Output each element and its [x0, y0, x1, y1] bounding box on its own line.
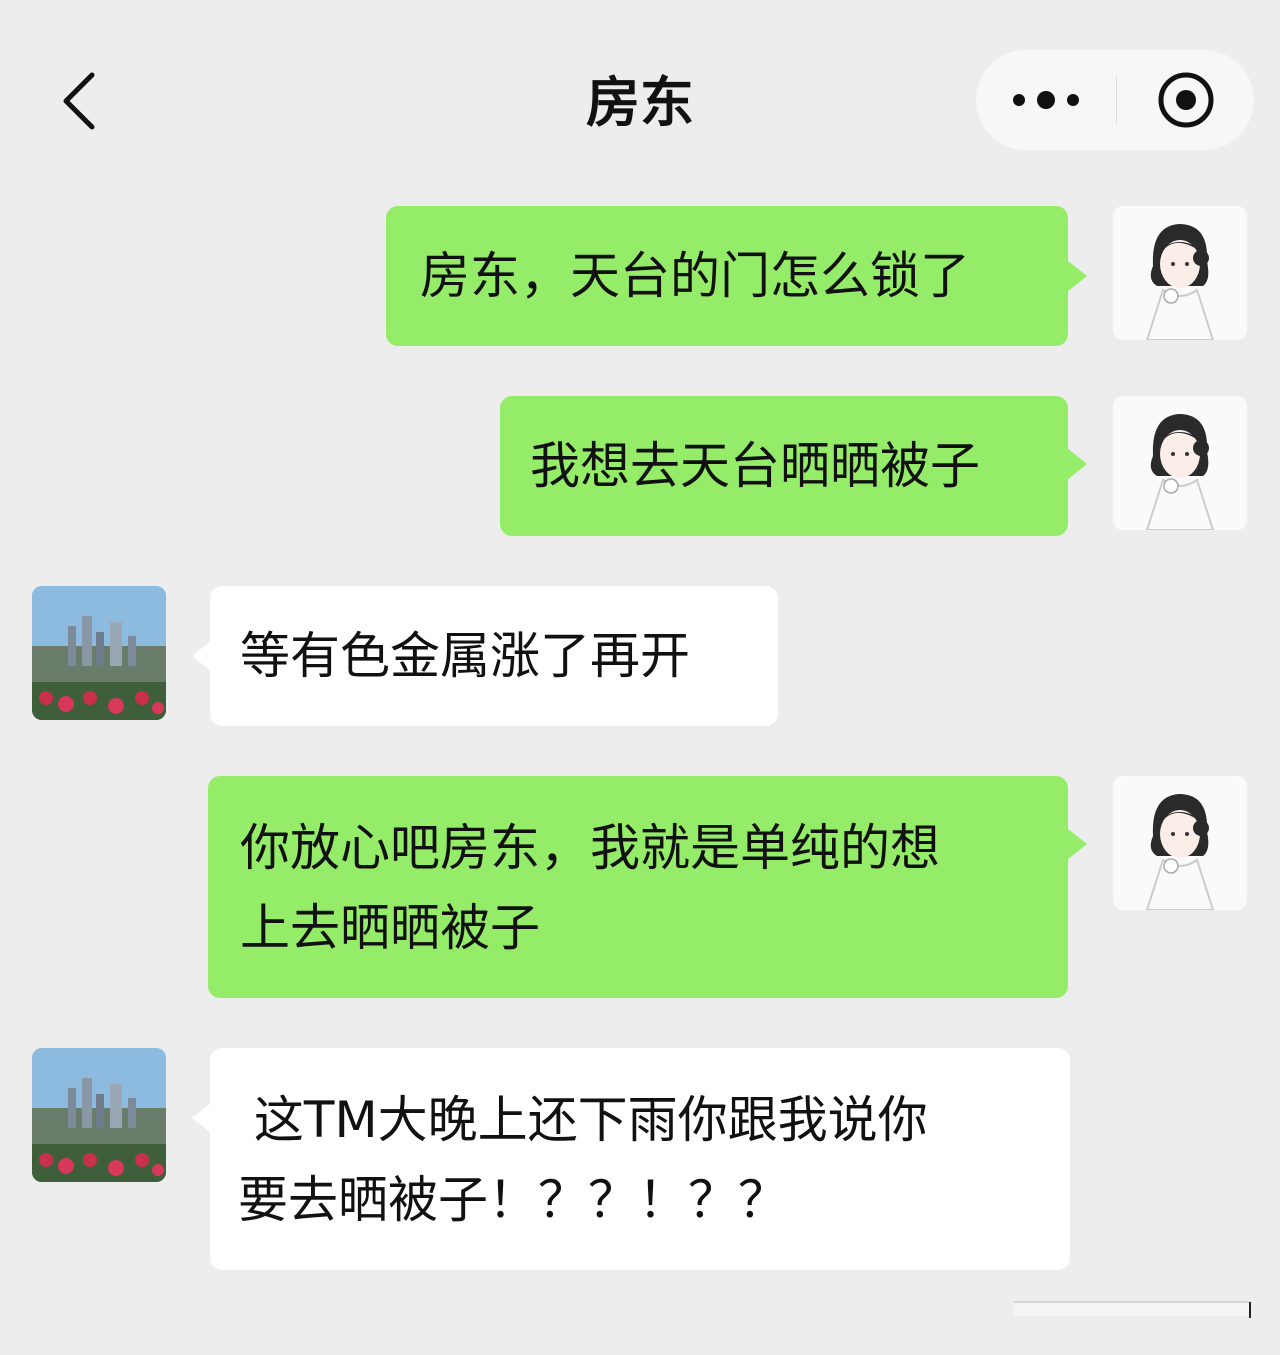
message-bubble[interactable]: 这TM大晚上还下雨你跟我说你 要去晒被子！？？！？？	[210, 1048, 1070, 1270]
bubble-tail	[192, 640, 212, 672]
watermark	[1014, 1294, 1252, 1324]
girl-avatar-icon	[1145, 794, 1215, 910]
city-avatar-icon	[32, 586, 166, 720]
message-bubble[interactable]: 等有色金属涨了再开	[210, 586, 778, 726]
message-bubble[interactable]: 房东，天台的门怎么锁了	[386, 206, 1068, 346]
nav-bar: 房东	[0, 0, 1280, 190]
target-close-icon	[1158, 72, 1213, 128]
girl-avatar-icon	[1145, 414, 1215, 530]
chevron-left-icon	[63, 72, 95, 130]
bubble-tail	[1067, 260, 1087, 292]
girl-avatar-icon	[1145, 224, 1215, 340]
avatar[interactable]	[1113, 206, 1247, 340]
avatar[interactable]	[1113, 396, 1247, 530]
city-avatar-icon	[32, 1048, 166, 1182]
avatar[interactable]	[32, 1048, 166, 1182]
chat-title: 房东	[586, 71, 694, 134]
bubble-tail	[1067, 828, 1087, 860]
more-button[interactable]	[976, 50, 1116, 150]
avatar[interactable]	[1113, 776, 1247, 910]
bubble-tail	[192, 1102, 212, 1134]
mini-program-capsule	[976, 50, 1254, 150]
message-bubble[interactable]: 你放心吧房东，我就是单纯的想 上去晒晒被子	[208, 776, 1068, 998]
close-button[interactable]	[1117, 50, 1254, 150]
more-dots-icon	[1013, 91, 1079, 109]
bubble-tail	[1067, 448, 1087, 480]
back-button[interactable]	[48, 66, 108, 136]
message-bubble[interactable]: 我想去天台晒晒被子	[500, 396, 1068, 536]
avatar[interactable]	[32, 586, 166, 720]
